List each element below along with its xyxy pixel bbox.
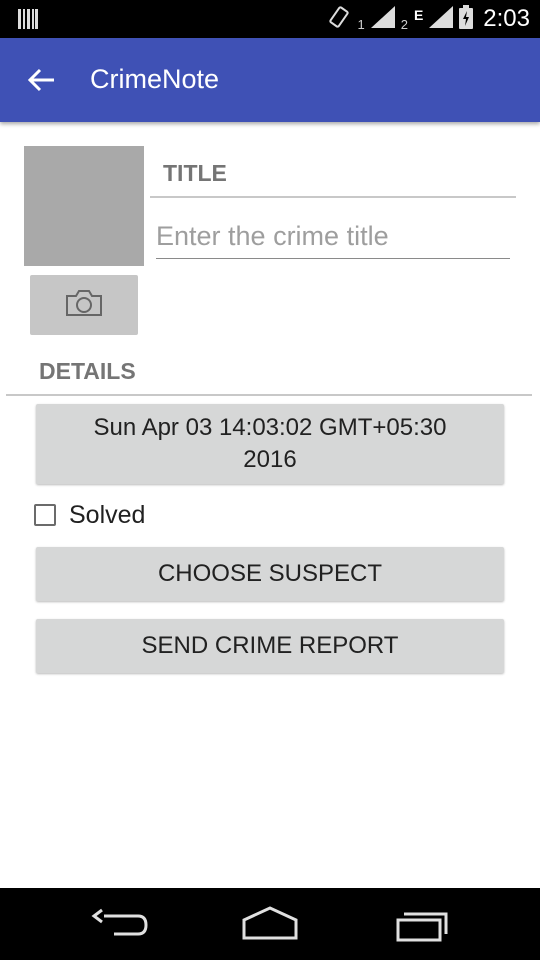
choose-suspect-button[interactable]: CHOOSE SUSPECT bbox=[36, 547, 504, 601]
solved-checkbox[interactable] bbox=[34, 504, 56, 526]
vibrate-icon bbox=[327, 5, 351, 34]
clock: 2:03 bbox=[483, 5, 530, 32]
solved-checkbox-row[interactable]: Solved bbox=[34, 500, 145, 530]
home-nav-icon[interactable] bbox=[234, 904, 306, 944]
date-line-1: Sun Apr 03 14:03:02 GMT+05:30 bbox=[93, 414, 447, 441]
date-line-2: 2016 bbox=[243, 446, 297, 473]
solved-label: Solved bbox=[69, 500, 146, 529]
choose-suspect-label: CHOOSE SUSPECT bbox=[157, 560, 383, 587]
details-divider bbox=[6, 394, 532, 396]
app-bar: CrimeNote bbox=[0, 38, 540, 122]
recents-nav-icon[interactable] bbox=[386, 904, 458, 944]
date-button[interactable]: Sun Apr 03 14:03:02 GMT+05:30 2016 bbox=[36, 404, 504, 484]
status-bar: 1 2 E 2:03 bbox=[0, 0, 540, 38]
signal-icon bbox=[370, 5, 395, 33]
camera-icon bbox=[64, 288, 104, 323]
signal-icon bbox=[429, 5, 454, 33]
network-type-label: E bbox=[413, 7, 424, 23]
barcode-icon bbox=[18, 9, 38, 34]
app-title: CrimeNote bbox=[90, 64, 220, 94]
navigation-bar bbox=[0, 888, 540, 960]
send-report-label: SEND CRIME REPORT bbox=[141, 632, 399, 659]
crime-title-input[interactable] bbox=[156, 214, 510, 259]
crime-photo bbox=[24, 146, 144, 266]
sim2-label: 2 bbox=[400, 16, 408, 32]
title-section-label: TITLE bbox=[163, 160, 227, 186]
sim1-label: 1 bbox=[357, 16, 365, 32]
details-section-label: DETAILS bbox=[39, 358, 136, 384]
send-crime-report-button[interactable]: SEND CRIME REPORT bbox=[36, 619, 504, 673]
arrow-left-icon[interactable] bbox=[22, 60, 62, 100]
camera-button[interactable] bbox=[30, 275, 138, 335]
title-divider bbox=[150, 196, 516, 198]
back-nav-icon[interactable] bbox=[84, 904, 156, 944]
battery-icon bbox=[459, 4, 474, 34]
